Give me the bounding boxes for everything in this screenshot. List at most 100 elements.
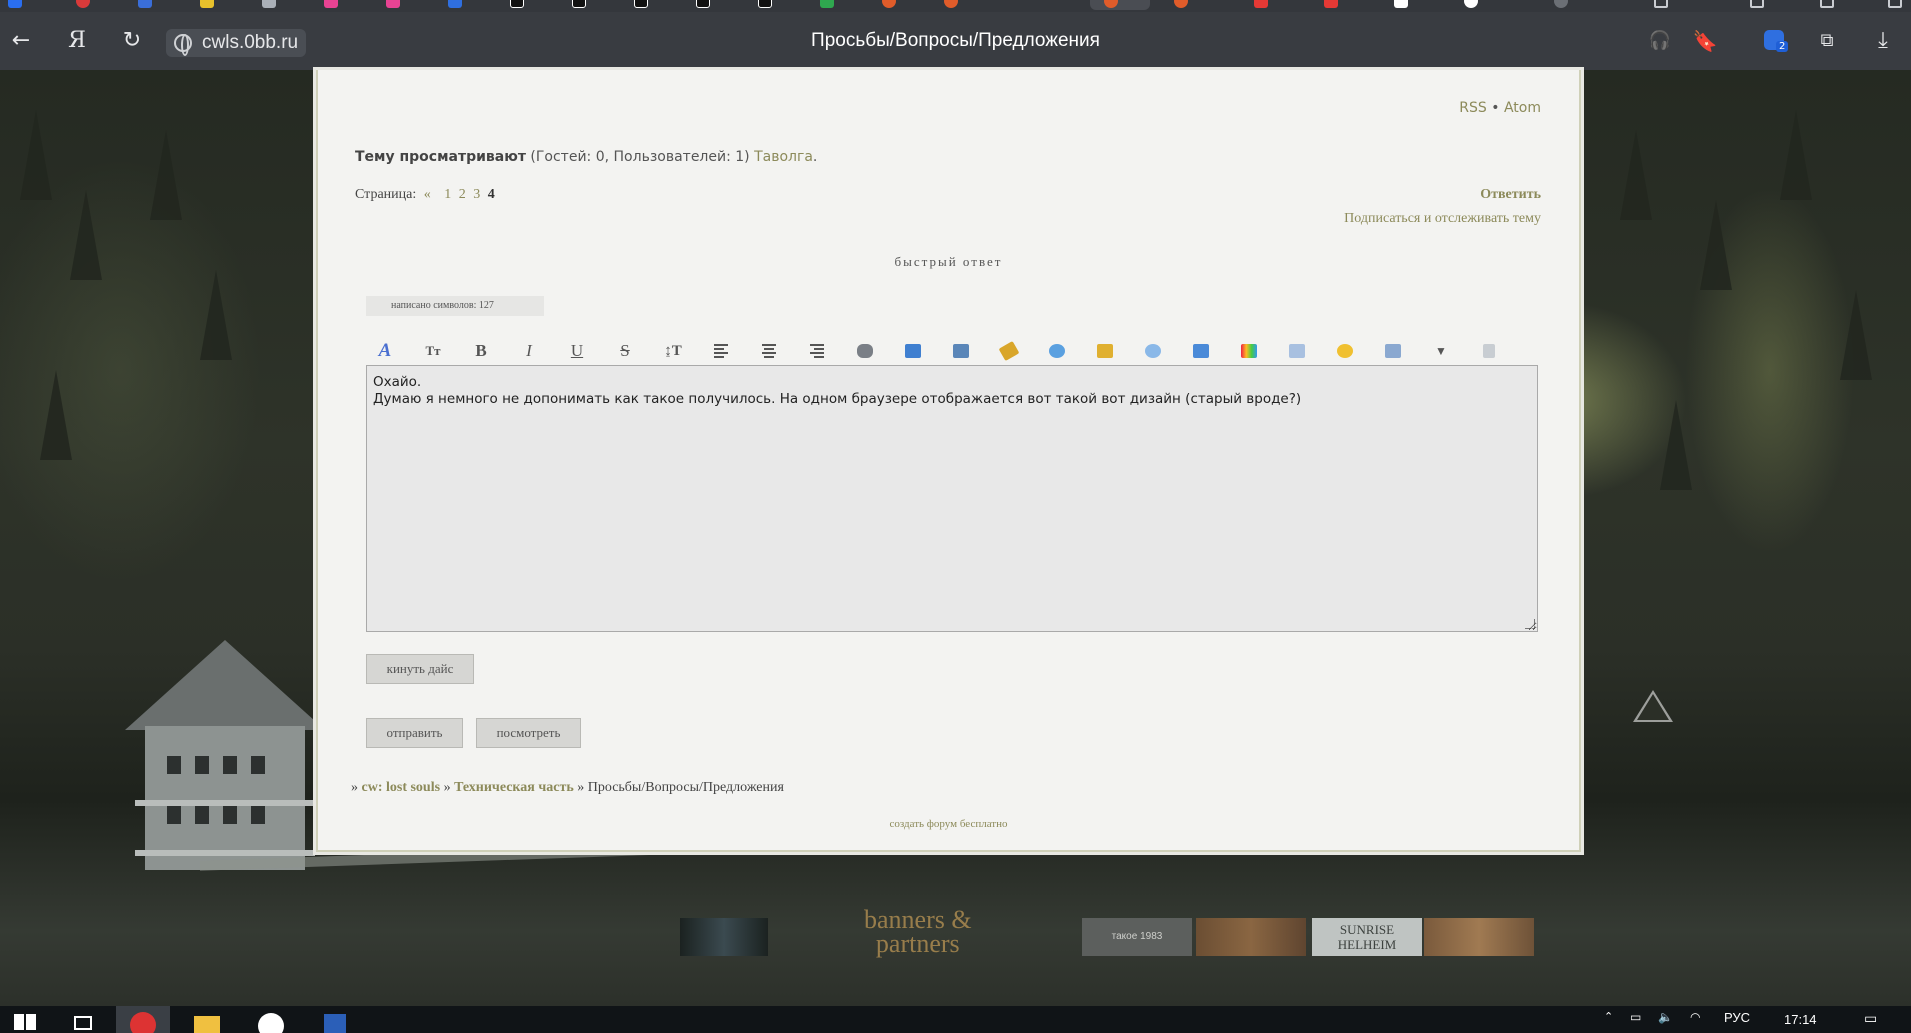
globe-icon	[174, 34, 192, 56]
headphones-icon[interactable]: 🎧	[1645, 26, 1675, 56]
pagination-page-1[interactable]: 1	[444, 187, 451, 202]
browser-tab[interactable]	[806, 0, 866, 10]
notifications-button[interactable]: 2	[1762, 28, 1790, 56]
underline-icon[interactable]: U	[564, 338, 590, 364]
image-icon[interactable]	[948, 338, 974, 364]
book-icon[interactable]	[900, 338, 926, 364]
pagination-page-3[interactable]: 3	[473, 187, 480, 202]
reload-icon[interactable]: ↻	[117, 26, 147, 56]
browser-tab[interactable]	[124, 0, 184, 10]
text-height-icon[interactable]: ↨T	[660, 338, 686, 364]
partner-banner[interactable]: такое 1983	[1082, 918, 1192, 956]
start-windows-icon[interactable]	[0, 1006, 54, 1033]
browser-tab[interactable]	[1240, 0, 1300, 10]
keyboard-icon[interactable]	[1380, 338, 1406, 364]
roll-dice-button[interactable]: кинуть дайс	[366, 654, 474, 684]
download-icon[interactable]: ⤓	[1868, 26, 1898, 56]
notification-center-icon[interactable]: ▭	[1864, 1010, 1877, 1027]
browser-tab[interactable]	[372, 0, 432, 10]
new-tab-button[interactable]	[1540, 0, 1600, 10]
file-explorer-icon[interactable]	[180, 1006, 234, 1033]
play-icon[interactable]	[1044, 338, 1070, 364]
font-icon[interactable]: A	[372, 338, 398, 364]
strikethrough-icon[interactable]: S	[612, 338, 638, 364]
battery-icon[interactable]: ▭	[1630, 1010, 1641, 1024]
browser-tab[interactable]	[1310, 0, 1370, 10]
resize-grip-icon[interactable]	[1525, 619, 1535, 629]
address-bar[interactable]: cwls.0bb.ru	[166, 29, 307, 57]
tab-collection-icon[interactable]	[1654, 0, 1668, 8]
rss-link[interactable]: RSS	[1459, 100, 1487, 116]
browser-tab[interactable]	[62, 0, 122, 10]
table-icon[interactable]	[1284, 338, 1310, 364]
yandex-browser-icon[interactable]	[244, 1006, 298, 1033]
browser-tab[interactable]	[558, 0, 618, 10]
browser-tab[interactable]	[744, 0, 804, 10]
collections-icon[interactable]: ⧉	[1812, 26, 1842, 56]
preview-button[interactable]: посмотреть	[476, 718, 581, 748]
browser-tab[interactable]	[1160, 0, 1220, 10]
message-textarea[interactable]: Охайо. Думаю я немного не допонимать как…	[366, 365, 1538, 632]
align-left-icon[interactable]	[708, 338, 734, 364]
partner-banner-sunrise-helheim[interactable]: SUNRISE HELHEIM	[1312, 918, 1422, 956]
browser-tab[interactable]	[186, 0, 246, 10]
breadcrumb-forum-link[interactable]: cw: lost souls	[362, 780, 441, 795]
quote-bubble-icon[interactable]	[1140, 338, 1166, 364]
minimize-icon[interactable]	[1750, 0, 1764, 8]
create-forum-link[interactable]: создать форум бесплатно	[889, 818, 1007, 830]
browser-navbar: ← Я ↻ cwls.0bb.ru Просьбы/Вопросы/Предло…	[0, 12, 1911, 70]
link-icon[interactable]	[852, 338, 878, 364]
italic-icon[interactable]: I	[516, 338, 542, 364]
clear-icon[interactable]	[1476, 338, 1502, 364]
font-size-icon[interactable]: Tт	[420, 338, 446, 364]
partner-banner[interactable]	[1196, 918, 1306, 956]
scroll-top-triangle-icon[interactable]	[1633, 690, 1673, 722]
clock[interactable]: 17:14	[1784, 1012, 1817, 1027]
smiley-icon[interactable]	[1332, 338, 1358, 364]
lock-icon[interactable]	[1092, 338, 1118, 364]
browser-tab-active[interactable]	[1090, 0, 1150, 10]
breadcrumb-section-link[interactable]: Техническая часть	[454, 780, 574, 795]
close-window-icon[interactable]	[1888, 0, 1902, 8]
browser-tab[interactable]	[868, 0, 928, 10]
word-icon[interactable]	[308, 1006, 362, 1033]
task-view-icon[interactable]	[58, 1006, 112, 1033]
color-palette-icon[interactable]	[1236, 338, 1262, 364]
browser-tab[interactable]	[682, 0, 742, 10]
subscribe-link[interactable]: Подписаться и отслеживать тему	[1344, 211, 1541, 227]
browser-tab[interactable]	[930, 0, 990, 10]
browser-tab[interactable]	[1450, 0, 1510, 10]
video-icon[interactable]	[996, 338, 1022, 364]
taskbar-app-opera[interactable]	[116, 1006, 170, 1033]
viewer-user-link[interactable]: Таволга	[754, 149, 813, 165]
yandex-logo-icon[interactable]: Я	[62, 26, 92, 56]
bookmark-icon[interactable]: 🔖	[1690, 26, 1720, 56]
back-arrow-icon[interactable]: ←	[6, 26, 36, 56]
code-icon[interactable]	[1188, 338, 1214, 364]
browser-tab[interactable]	[496, 0, 556, 10]
partner-banner[interactable]	[680, 918, 768, 956]
chevron-down-icon[interactable]: ▼	[1428, 338, 1454, 364]
partner-banner[interactable]	[1424, 918, 1534, 956]
partner-banners: banners & partners такое 1983 SUNRISE HE…	[0, 900, 1911, 960]
browser-tab[interactable]	[620, 0, 680, 10]
wifi-icon[interactable]: ◠	[1690, 1010, 1700, 1024]
tree-decoration	[1660, 400, 1692, 490]
browser-tab[interactable]	[434, 0, 494, 10]
browser-tab[interactable]	[0, 0, 60, 10]
language-indicator[interactable]: РУС	[1724, 1010, 1750, 1025]
reply-link[interactable]: Ответить	[1480, 187, 1541, 203]
atom-link[interactable]: Atom	[1504, 100, 1541, 116]
pagination-page-2[interactable]: 2	[459, 187, 466, 202]
browser-tab[interactable]	[1380, 0, 1440, 10]
pagination-prev[interactable]: «	[424, 187, 431, 202]
bold-icon[interactable]: B	[468, 338, 494, 364]
align-right-icon[interactable]	[804, 338, 830, 364]
browser-tab[interactable]	[310, 0, 370, 10]
restore-icon[interactable]	[1820, 0, 1834, 8]
browser-tab[interactable]	[248, 0, 308, 10]
tray-arrow-icon[interactable]: ⌃	[1604, 1010, 1613, 1023]
submit-button[interactable]: отправить	[366, 718, 463, 748]
volume-icon[interactable]: 🔈	[1658, 1010, 1673, 1024]
align-center-icon[interactable]	[756, 338, 782, 364]
